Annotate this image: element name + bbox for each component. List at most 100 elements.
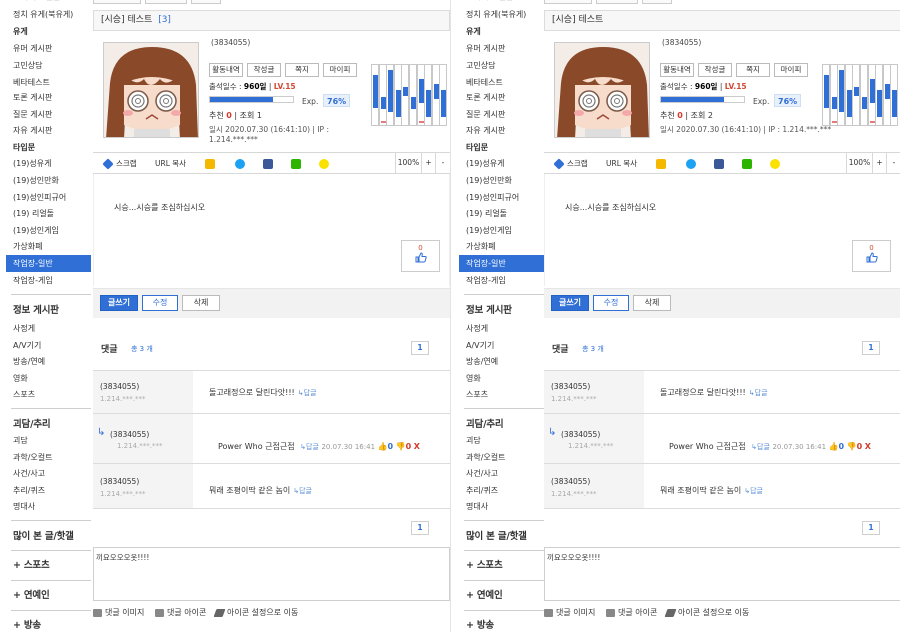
cyworld-share-icon[interactable] xyxy=(656,157,669,170)
written-posts-button[interactable]: 작성글 xyxy=(247,63,281,77)
url-copy-button[interactable]: URL 복사 xyxy=(606,157,637,170)
url-copy-button[interactable]: URL 복사 xyxy=(155,157,186,170)
sidebar-item[interactable]: 스포츠 xyxy=(6,386,91,403)
activity-button[interactable]: 활동내역 xyxy=(209,63,243,77)
comment-upvote[interactable]: 👍0 xyxy=(829,442,845,451)
sidebar-item[interactable]: 사건/사고 xyxy=(459,465,544,482)
sidebar-item[interactable]: 타입문 xyxy=(6,139,91,156)
sidebar-more[interactable]: + 연예인 xyxy=(6,587,91,604)
comment-page-button[interactable]: 1 xyxy=(411,521,429,535)
sidebar-item[interactable]: 가상화폐 xyxy=(459,238,544,255)
message-button[interactable]: 쪽지 xyxy=(285,63,319,77)
sidebar-item[interactable]: 질문 게시판 xyxy=(6,106,91,123)
delete-button[interactable]: 삭제 xyxy=(182,295,220,311)
sidebar-item[interactable]: 작업장-게임 xyxy=(459,272,544,289)
reply-link[interactable]: ↳답글 xyxy=(751,443,770,451)
sidebar-item[interactable]: 유게 xyxy=(459,23,544,40)
sidebar-item[interactable]: 유머 게시판 xyxy=(6,40,91,57)
comment-image-button[interactable]: 댓글 이미지 xyxy=(544,607,595,618)
sidebar-item[interactable]: 자유 게시판 xyxy=(6,122,91,139)
edit-button[interactable]: 수정 xyxy=(142,295,178,311)
sidebar-more[interactable]: + 스포츠 xyxy=(459,557,544,574)
reply-link[interactable]: ↳답글 xyxy=(300,443,319,451)
tab-stub[interactable] xyxy=(544,0,592,4)
sidebar-item[interactable]: 괴담 xyxy=(459,432,544,449)
comment-delete-x[interactable]: X xyxy=(414,442,420,451)
facebook-share-icon[interactable] xyxy=(714,157,727,170)
sidebar-item[interactable]: 사정게 xyxy=(459,320,544,337)
comment-page-button[interactable]: 1 xyxy=(862,521,880,535)
sidebar-item[interactable]: 괴담 xyxy=(6,432,91,449)
sidebar-item[interactable]: A/V기기 xyxy=(6,337,91,354)
comment-image-button[interactable]: 댓글 이미지 xyxy=(93,607,144,618)
sidebar-item[interactable]: A/V기기 xyxy=(459,337,544,354)
sidebar-item[interactable]: (19)성인만화 xyxy=(459,172,544,189)
sidebar-item[interactable]: 추리/퀴즈 xyxy=(6,482,91,499)
sidebar-item-active[interactable]: 작업장-일반 xyxy=(459,255,544,272)
tab-stub[interactable] xyxy=(596,0,638,4)
sidebar-item[interactable]: 영화 xyxy=(459,370,544,387)
sidebar-section-title[interactable]: 많이 본 글/핫갤 xyxy=(6,528,91,545)
band-share-icon[interactable] xyxy=(742,157,755,170)
sidebar-item[interactable]: 정치 유게(북유게) xyxy=(459,6,544,23)
sidebar-item[interactable]: 명대사 xyxy=(6,498,91,515)
comment-page-button[interactable]: 1 xyxy=(862,341,880,355)
sidebar-item-cut[interactable]: 유게/정치갤럽 xyxy=(459,0,544,2)
reply-link[interactable]: ↳답글 xyxy=(749,389,768,397)
facebook-share-icon[interactable] xyxy=(263,157,276,170)
sidebar-item[interactable]: (19) 리얼돌 xyxy=(459,205,544,222)
sidebar-section-title[interactable]: 괴담/추리 xyxy=(6,416,91,433)
sidebar-item[interactable]: (19)성유게 xyxy=(6,155,91,172)
comment-upvote[interactable]: 👍0 xyxy=(378,442,394,451)
activity-button[interactable]: 활동내역 xyxy=(660,63,694,77)
comment-icon-button[interactable]: 댓글 아이콘 xyxy=(155,607,206,618)
sidebar-item[interactable]: (19)성인피규어 xyxy=(6,189,91,206)
zoom-out-button[interactable]: - xyxy=(886,153,900,173)
sidebar-item[interactable]: 유게 xyxy=(6,23,91,40)
sidebar-item[interactable]: (19)성인게임 xyxy=(6,222,91,239)
comment-downvote[interactable]: 👎0 xyxy=(847,442,863,451)
scrap-button[interactable]: 스크랩 xyxy=(102,157,137,170)
sidebar-section-title[interactable]: 정보 게시판 xyxy=(6,302,91,319)
comment-delete-x[interactable]: X xyxy=(865,442,871,451)
sidebar-item[interactable]: 명대사 xyxy=(459,498,544,515)
tab-stub[interactable] xyxy=(145,0,187,4)
sidebar-item[interactable]: 사정게 xyxy=(6,320,91,337)
sidebar-item[interactable]: 토론 게시판 xyxy=(6,89,91,106)
reply-link[interactable]: ↳답글 xyxy=(744,487,763,495)
kakao-share-icon[interactable] xyxy=(770,157,783,170)
sidebar-item[interactable]: 고민상담 xyxy=(6,57,91,74)
edit-button[interactable]: 수정 xyxy=(593,295,629,311)
sidebar-item[interactable]: 과학/오컬트 xyxy=(6,449,91,466)
zoom-out-button[interactable]: - xyxy=(435,153,450,173)
mypi-button[interactable]: 마이피 xyxy=(323,63,357,77)
sidebar-item[interactable]: 사건/사고 xyxy=(6,465,91,482)
comment-input[interactable]: 끼요오오오옷!!!! xyxy=(544,547,900,601)
avatar[interactable] xyxy=(103,42,199,138)
twitter-share-icon[interactable] xyxy=(235,157,248,170)
sidebar-more[interactable]: + 방송 xyxy=(6,617,91,632)
delete-button[interactable]: 삭제 xyxy=(633,295,671,311)
comment-icon-button[interactable]: 댓글 아이콘 xyxy=(606,607,657,618)
mypi-button[interactable]: 마이피 xyxy=(774,63,808,77)
icon-settings-link[interactable]: 아이콘 설정으로 이동 xyxy=(664,607,749,618)
sidebar-section-title[interactable]: 많이 본 글/핫갤 xyxy=(459,528,544,545)
sidebar-item-cut[interactable]: 유게/정치갤럽 xyxy=(6,0,91,2)
write-button[interactable]: 글쓰기 xyxy=(100,295,138,311)
comment-input[interactable]: 끼요오오오옷!!!! xyxy=(93,547,450,601)
sidebar-item-active[interactable]: 작업장-일반 xyxy=(6,255,91,272)
band-share-icon[interactable] xyxy=(291,157,304,170)
sidebar-item[interactable]: (19) 리얼돌 xyxy=(6,205,91,222)
zoom-in-button[interactable]: + xyxy=(421,153,435,173)
written-posts-button[interactable]: 작성글 xyxy=(698,63,732,77)
cyworld-share-icon[interactable] xyxy=(205,157,218,170)
sidebar-item[interactable]: 방송/연예 xyxy=(6,353,91,370)
sidebar-item[interactable]: 질문 게시판 xyxy=(459,106,544,123)
sidebar-item[interactable]: 가상화폐 xyxy=(6,238,91,255)
sidebar-more[interactable]: + 스포츠 xyxy=(6,557,91,574)
sidebar-item[interactable]: 유머 게시판 xyxy=(459,40,544,57)
sidebar-item[interactable]: 자유 게시판 xyxy=(459,122,544,139)
sidebar-item[interactable]: 정치 유게(북유게) xyxy=(6,6,91,23)
sidebar-item[interactable]: 타입문 xyxy=(459,139,544,156)
twitter-share-icon[interactable] xyxy=(686,157,699,170)
